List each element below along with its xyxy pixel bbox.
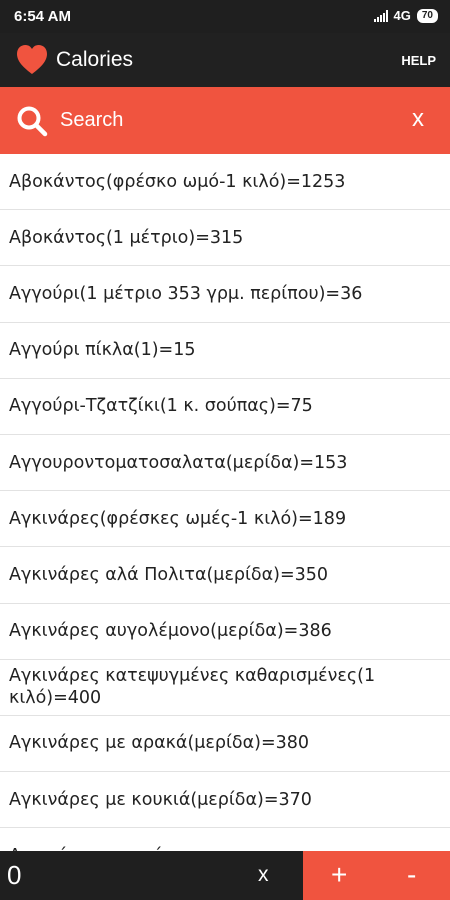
help-button[interactable]: HELP xyxy=(401,53,436,68)
list-item[interactable]: Αγγούρι-Τζατζίκι(1 κ. σούπας)=75 xyxy=(0,379,450,435)
bottom-bar: 0 x + - xyxy=(0,851,450,900)
list-item[interactable]: Αγγούρι(1 μέτριο 353 γρμ. περίπου)=36 xyxy=(0,266,450,323)
signal-icon xyxy=(373,9,388,22)
status-bar: 6:54 AM 4G 70 xyxy=(0,0,450,33)
list-item[interactable]: Αγκινάρες με αρακά(μερίδα)=380 xyxy=(0,716,450,773)
search-bar: x xyxy=(0,87,450,154)
app-title: Calories xyxy=(56,48,134,71)
list-item[interactable]: Αβοκάντος(φρέσκο ωμό-1 κιλό)=1253 xyxy=(0,154,450,211)
heart-icon xyxy=(17,45,47,74)
list-item[interactable]: Αβοκάντος(1 μέτριο)=315 xyxy=(0,210,450,267)
quantity-buttons: + - xyxy=(303,851,450,900)
battery-icon: 70 xyxy=(416,8,438,23)
list-item[interactable]: Αγγούρι πίκλα(1)=15 xyxy=(0,323,450,379)
search-icon[interactable] xyxy=(16,105,48,137)
status-icons: 4G 70 xyxy=(373,8,438,23)
list-item[interactable]: Αγγουροντοματοσαλατα(μερίδα)=153 xyxy=(0,435,450,492)
status-time: 6:54 AM xyxy=(14,8,71,25)
decrement-button[interactable]: - xyxy=(407,859,416,891)
food-list: Αβοκάντος(φρέσκο ωμό-1 κιλό)=1253 Αβοκάν… xyxy=(0,154,450,851)
list-item[interactable]: Αγκινάρες με κουκιά(μερίδα)=370 xyxy=(0,772,450,829)
network-type: 4G xyxy=(393,8,411,23)
list-item[interactable]: Αγκινάρες αλά Πολιτα(μερίδα)=350 xyxy=(0,547,450,604)
clear-quantity-button[interactable]: x xyxy=(258,863,269,887)
list-item[interactable]: Αγκινάρες με κρέας xyxy=(0,828,450,851)
quantity-value: 0 xyxy=(7,860,22,890)
increment-button[interactable]: + xyxy=(331,859,347,891)
app-bar: Calories HELP xyxy=(0,33,450,87)
list-item[interactable]: Αγκινάρες κατεψυγμένες καθαρισμένες(1 κι… xyxy=(0,660,450,716)
clear-search-button[interactable]: x xyxy=(412,105,424,133)
list-item[interactable]: Αγκινάρες(φρέσκες ωμές-1 κιλό)=189 xyxy=(0,491,450,548)
list-item[interactable]: Αγκινάρες αυγολέμονο(μερίδα)=386 xyxy=(0,604,450,660)
search-input[interactable] xyxy=(60,105,360,135)
